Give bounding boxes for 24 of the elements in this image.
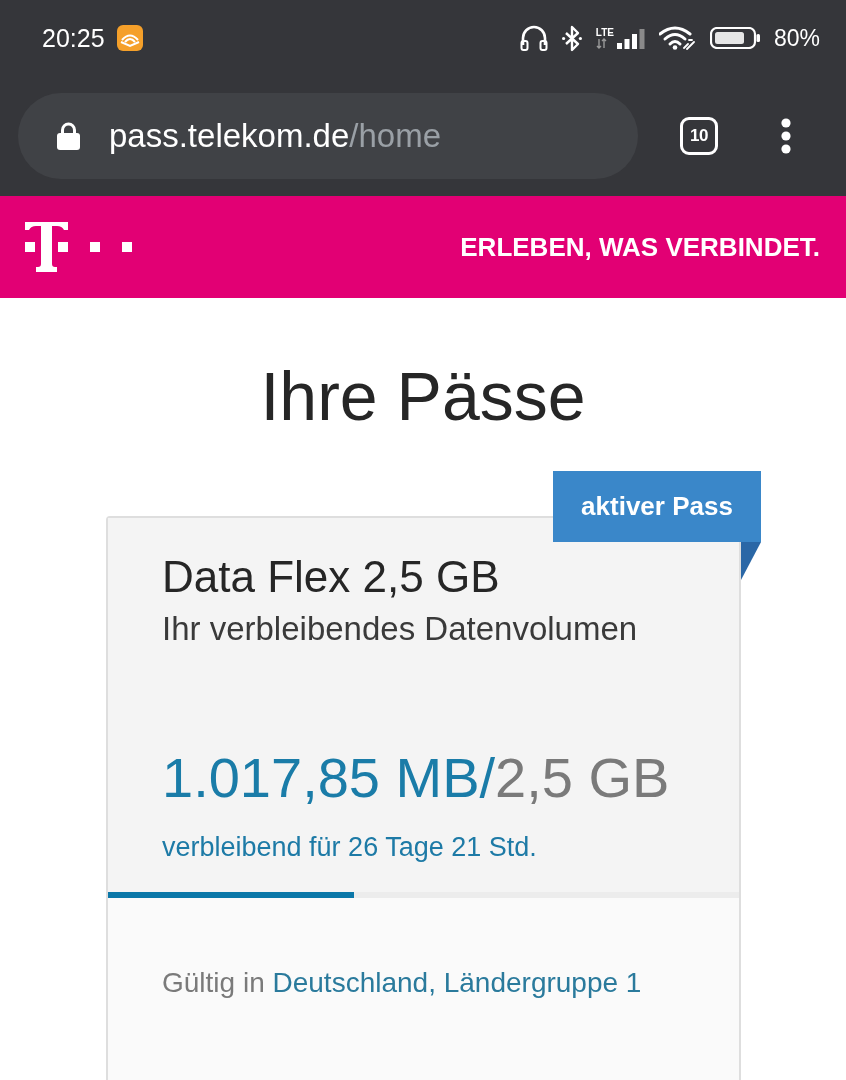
address-bar[interactable]: pass.telekom.de/home	[18, 93, 638, 179]
headphones-icon	[519, 25, 548, 51]
tab-switcher-button[interactable]: 10	[680, 117, 718, 155]
lock-icon	[57, 122, 80, 150]
network-type-label: LTE	[595, 27, 614, 38]
ribbon-fold-icon	[741, 542, 761, 580]
brand-logo-icon[interactable]	[25, 221, 133, 273]
battery-percent: 80%	[773, 26, 820, 50]
menu-icon[interactable]	[780, 118, 792, 154]
data-arrows-icon	[595, 37, 607, 49]
wifi-icon	[658, 26, 696, 50]
bluetooth-icon	[561, 24, 582, 52]
app-notification-icon	[116, 25, 143, 51]
slogan-text: ERLEBEN, WAS VERBINDET.	[460, 234, 820, 260]
pass-subtitle: Ihr verbleibendes Datenvolumen	[162, 612, 639, 645]
pass-name: Data Flex 2,5 GB	[162, 555, 501, 599]
active-pass-badge: aktiver Pass	[553, 471, 761, 542]
time-left-text: verbleibend für 26 Tage 21 Std.	[162, 834, 538, 861]
validity-text: Gültig in Deutschland, Ländergruppe 1	[162, 969, 643, 997]
signal-icon	[616, 28, 645, 49]
battery-icon	[709, 27, 760, 49]
status-time: 20:25	[42, 25, 105, 51]
data-amount: 1.017,85 MB/2,5 GB	[162, 750, 671, 806]
page-title: Ihre Pässe	[259, 362, 587, 430]
